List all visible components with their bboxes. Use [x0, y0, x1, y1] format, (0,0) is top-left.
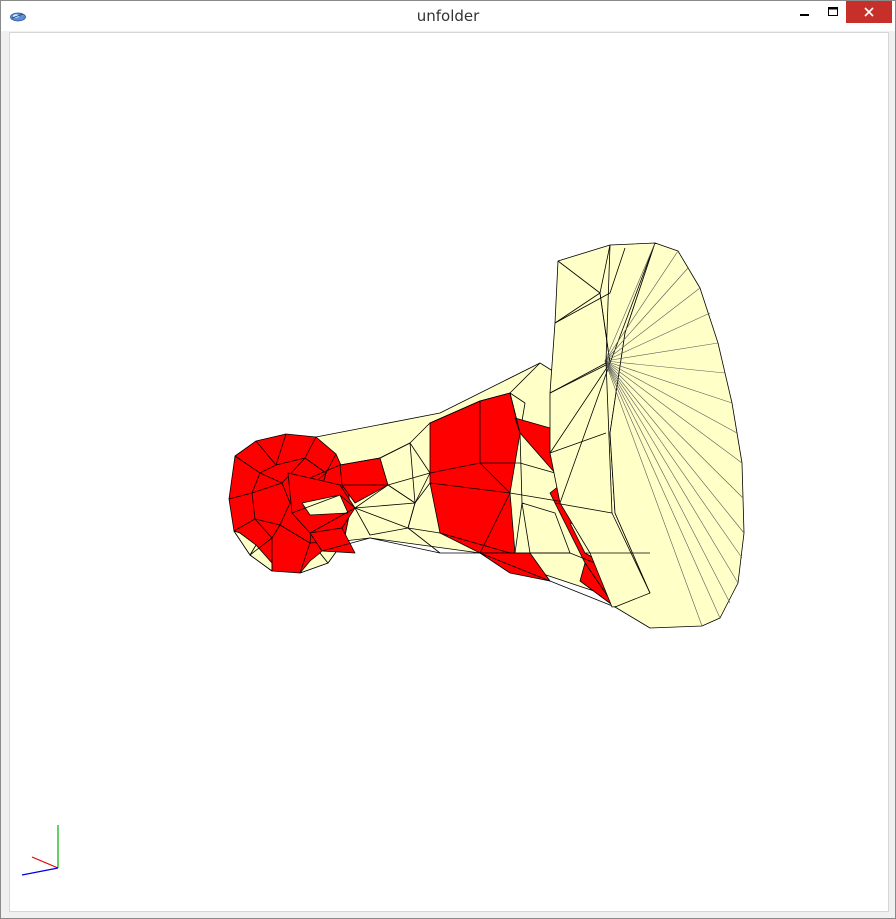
application-window: unfolder	[0, 0, 896, 919]
title-bar[interactable]: unfolder	[1, 1, 895, 31]
minimize-icon	[800, 14, 809, 16]
maximize-button[interactable]	[819, 1, 847, 23]
3d-viewport[interactable]	[9, 32, 889, 912]
maximize-icon	[828, 7, 838, 16]
window-title: unfolder	[416, 7, 480, 25]
minimize-button[interactable]	[791, 1, 819, 23]
close-button[interactable]	[846, 1, 892, 23]
axes-gizmo	[21, 825, 59, 876]
close-icon	[864, 7, 874, 17]
axis-z	[21, 867, 59, 876]
mesh-render	[228, 242, 745, 629]
axis-x	[31, 856, 59, 869]
